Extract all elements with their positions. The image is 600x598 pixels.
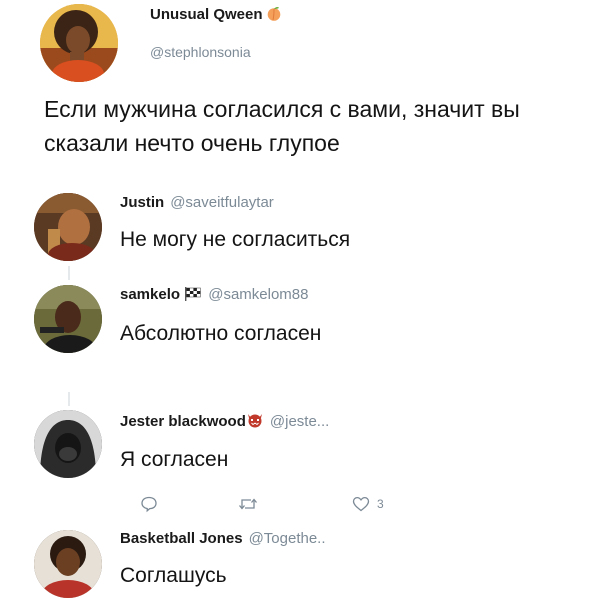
avatar-image xyxy=(34,193,102,261)
heart-icon xyxy=(352,496,370,512)
reply-header: Jester blackwood @jeste... xyxy=(120,412,329,432)
reply-author-handle[interactable]: @Togethe.. xyxy=(249,530,326,547)
reply-button[interactable] xyxy=(140,494,158,514)
reply-text: Я согласен xyxy=(120,448,229,471)
author-name[interactable]: Unusual Qween xyxy=(150,6,282,23)
reply-text: Абсолютно согласен xyxy=(120,322,322,345)
tweet-actions: 3 xyxy=(140,494,440,516)
avatar-image xyxy=(40,4,118,82)
author-name-text: Unusual Qween xyxy=(150,6,263,23)
tweet-text: Если мужчина согласился с вами, значит в… xyxy=(44,96,520,156)
avatar[interactable] xyxy=(34,410,102,478)
checkered-flag-icon xyxy=(184,287,202,305)
reply-author-handle[interactable]: @jeste... xyxy=(270,413,329,430)
avatar-image xyxy=(34,285,102,353)
retweet-icon xyxy=(238,495,258,513)
avatar[interactable] xyxy=(34,285,102,353)
reply-author-name[interactable]: Justin xyxy=(120,194,164,211)
reply-header: Basketball Jones @Togethe.. xyxy=(120,530,326,547)
reply-author-name[interactable]: samkelo xyxy=(120,286,180,303)
reply-author-name[interactable]: Basketball Jones xyxy=(120,530,243,547)
reply-text: Соглашусь xyxy=(120,564,227,587)
reply-author-handle[interactable]: @saveitfulaytar xyxy=(170,194,274,211)
reply-header: samkelo @samkelom88 xyxy=(120,286,308,305)
avatar-image xyxy=(34,530,102,598)
reply-header: Justin @saveitfulaytar xyxy=(120,194,274,211)
avatar[interactable] xyxy=(40,4,118,82)
avatar[interactable] xyxy=(34,530,102,598)
avatar-image xyxy=(34,410,102,478)
author-handle[interactable]: @stephlonsonia xyxy=(150,44,251,60)
devil-emoji-icon xyxy=(246,412,264,432)
thread-line xyxy=(68,266,70,280)
avatar[interactable] xyxy=(34,193,102,261)
peach-emoji-icon xyxy=(266,6,282,21)
reply-author-handle[interactable]: @samkelom88 xyxy=(208,286,308,303)
retweet-button[interactable] xyxy=(238,494,258,514)
reply-icon xyxy=(140,495,158,513)
reply-text: Не могу не согласиться xyxy=(120,228,351,251)
like-count: 3 xyxy=(377,497,384,511)
reply-author-name[interactable]: Jester blackwood xyxy=(120,413,246,430)
like-button[interactable]: 3 xyxy=(352,494,384,514)
thread-line xyxy=(68,392,70,406)
